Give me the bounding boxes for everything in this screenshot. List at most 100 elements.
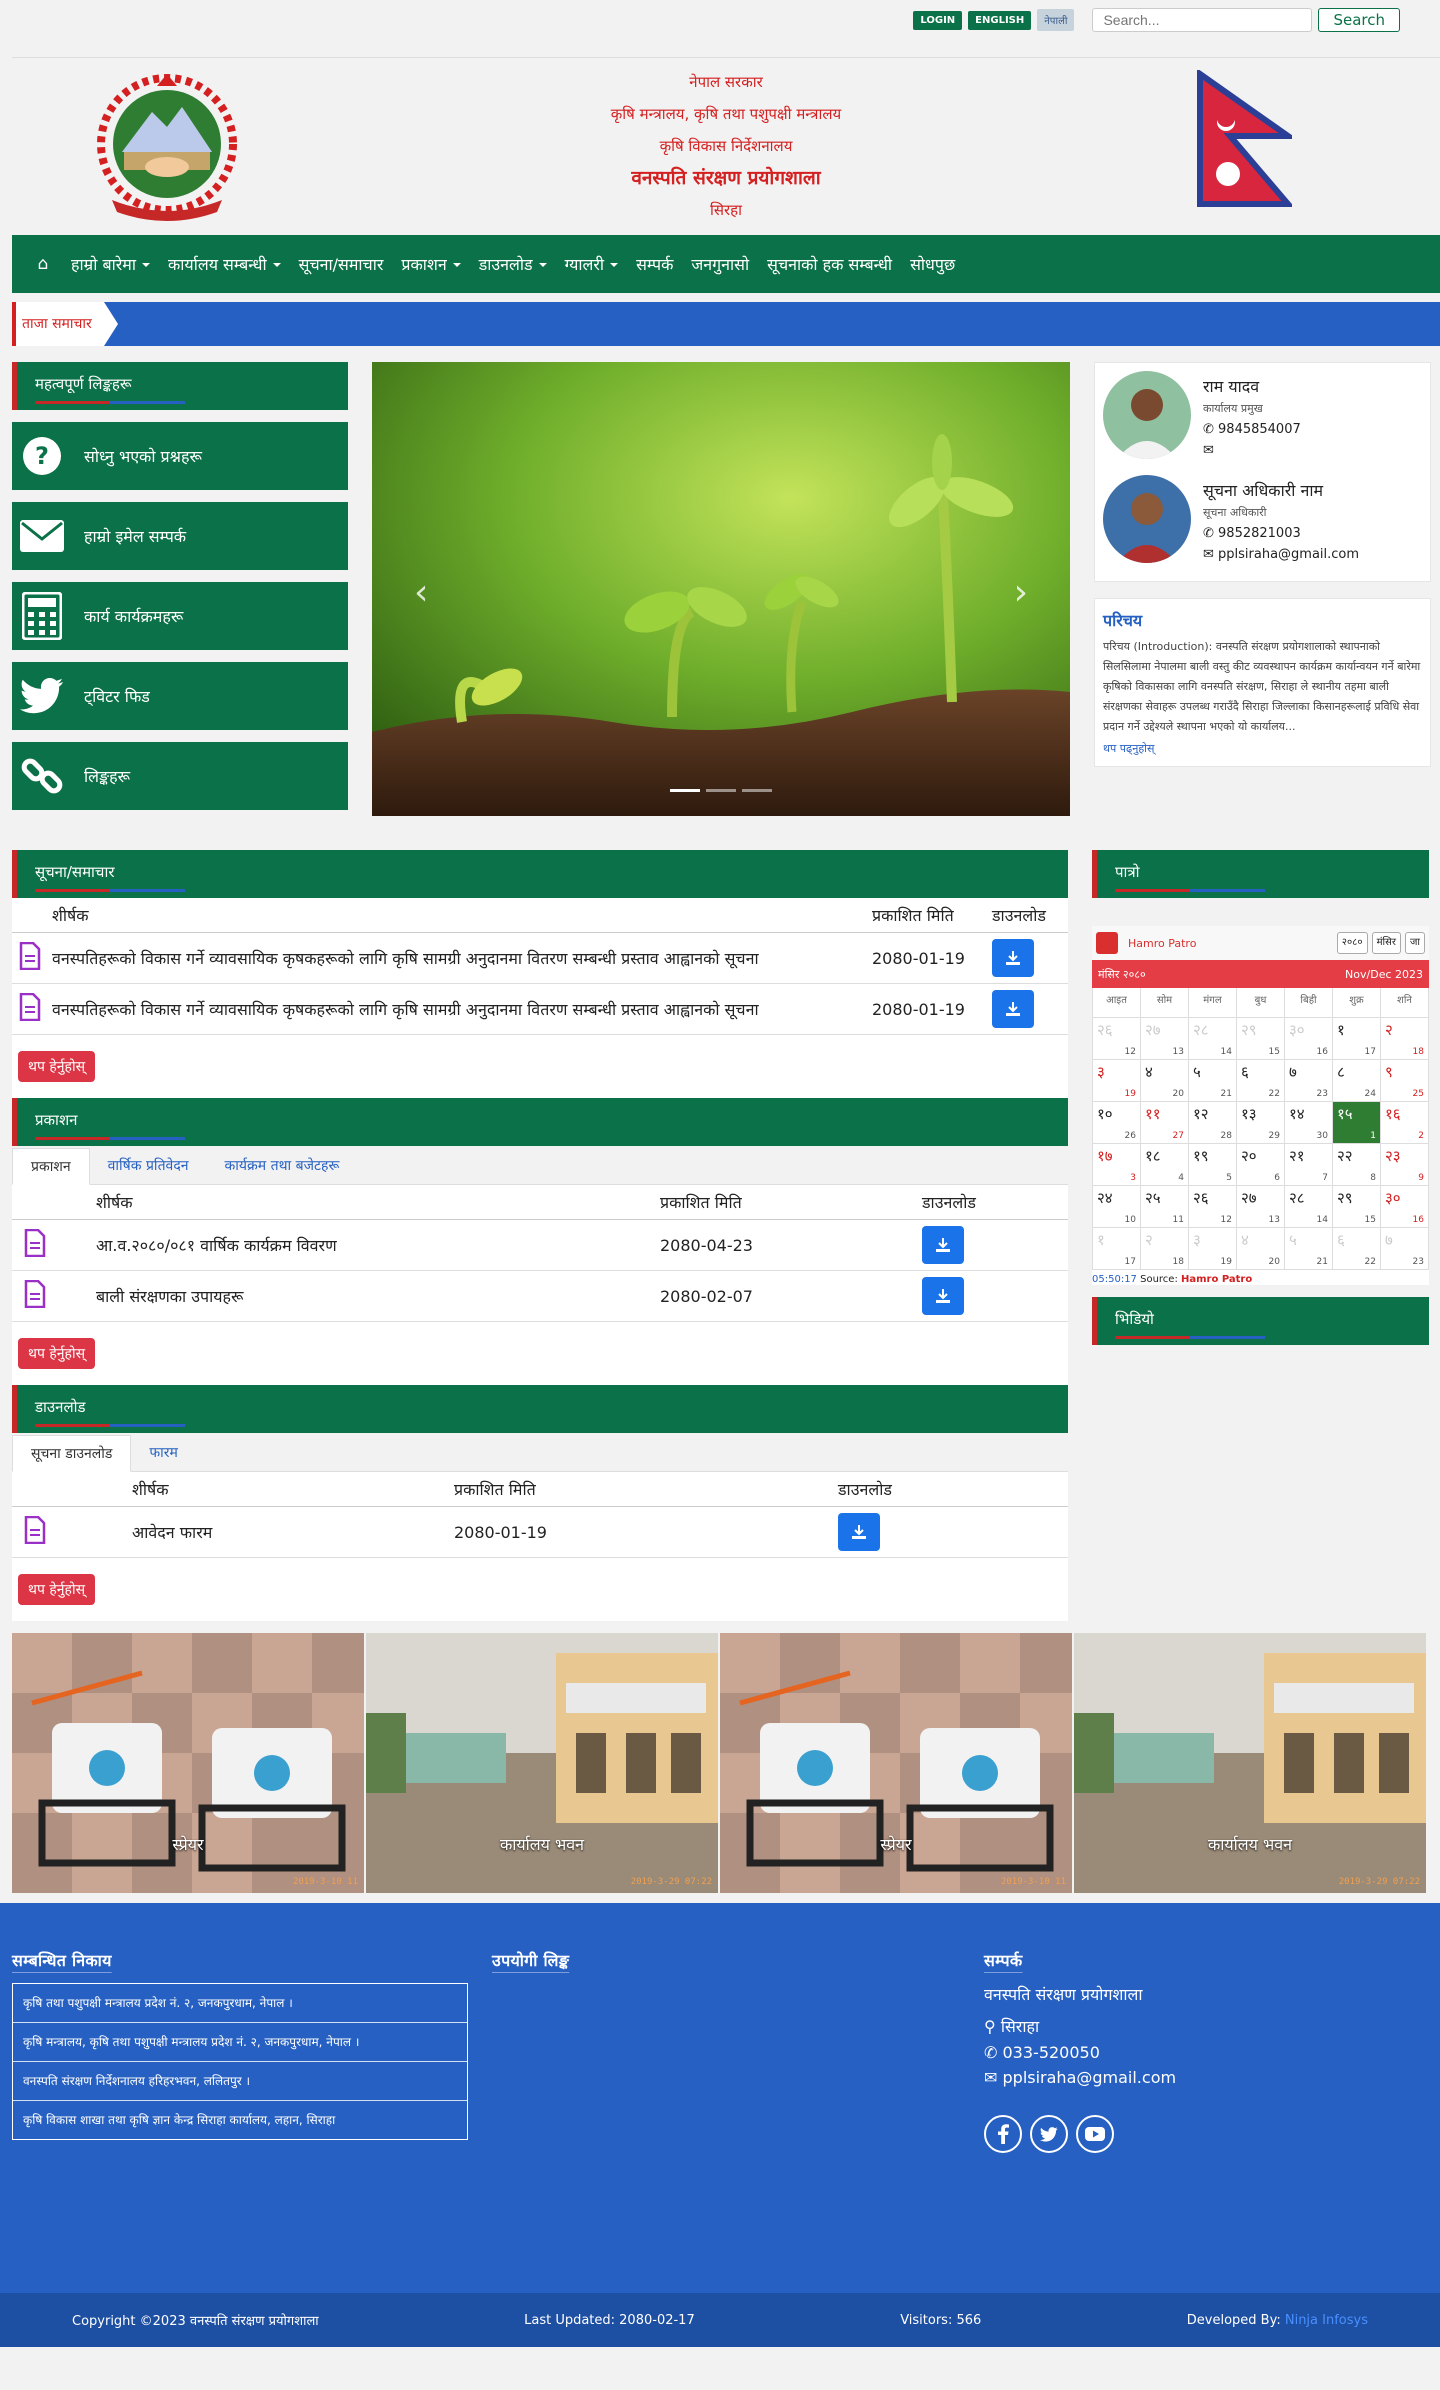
row-title[interactable]: वनस्पतिहरूको विकास गर्ने व्यावसायिक कृषक… <box>48 983 868 1035</box>
calendar-day[interactable]: २८ 14 <box>1285 1186 1333 1228</box>
tab-programs-budget[interactable]: कार्यक्रम तथा बजेटहरू <box>207 1148 358 1184</box>
calendar-day[interactable]: २६ 12 <box>1093 1018 1141 1060</box>
calendar-day[interactable]: १८ 4 <box>1141 1144 1189 1186</box>
nav-gallery[interactable]: ग्यालरी <box>556 253 627 275</box>
calendar-day[interactable]: १ 17 <box>1093 1228 1141 1270</box>
download-button[interactable] <box>922 1277 964 1315</box>
nepali-button[interactable]: नेपाली <box>1037 9 1075 31</box>
calendar-day[interactable]: १३ 29 <box>1237 1102 1285 1144</box>
nav-office[interactable]: कार्यालय सम्बन्धी <box>159 253 290 275</box>
calendar-day[interactable]: ४ 20 <box>1141 1060 1189 1102</box>
calendar-day[interactable]: १४ 30 <box>1285 1102 1333 1144</box>
download-button[interactable] <box>992 939 1034 977</box>
calendar-day[interactable]: ५ 21 <box>1189 1060 1237 1102</box>
download-button[interactable] <box>838 1513 880 1551</box>
login-button[interactable]: LOGIN <box>913 10 963 30</box>
calendar-day[interactable]: २६ 12 <box>1189 1186 1237 1228</box>
email-link[interactable]: हाम्रो इमेल सम्पर्क <box>12 502 348 570</box>
slider-dot-2[interactable] <box>706 789 736 792</box>
month-select[interactable]: मंसिर <box>1371 932 1401 954</box>
faq-link[interactable]: ? सोध्नु भएको प्रश्नहरू <box>12 422 348 490</box>
list-item[interactable]: कृषि मन्त्रालय, कृषि तथा पशुपक्षी मन्त्र… <box>13 2023 467 2062</box>
calendar-day[interactable]: ३० 16 <box>1285 1018 1333 1060</box>
calendar-day[interactable]: २४ 10 <box>1093 1186 1141 1228</box>
slider-prev-icon[interactable]: ‹ <box>414 572 428 613</box>
calendar-day[interactable]: २३ 9 <box>1381 1144 1429 1186</box>
search-input[interactable] <box>1092 8 1313 32</box>
tab-publications[interactable]: प्रकाशन <box>12 1148 90 1185</box>
calendar-day[interactable]: १७ 3 <box>1093 1144 1141 1186</box>
nav-downloads[interactable]: डाउनलोड <box>470 253 556 275</box>
calendar-day[interactable]: ९ 25 <box>1381 1060 1429 1102</box>
nav-publications[interactable]: प्रकाशन <box>392 253 469 275</box>
nav-about[interactable]: हाम्रो बारेमा <box>62 253 159 275</box>
year-select[interactable]: २०८० <box>1336 932 1368 954</box>
calendar-day[interactable]: २० 6 <box>1237 1144 1285 1186</box>
facebook-icon[interactable] <box>984 2115 1022 2153</box>
calendar-day[interactable]: ६ 22 <box>1333 1228 1381 1270</box>
list-item[interactable]: कृषि विकास शाखा तथा कृषि ज्ञान केन्द्र स… <box>13 2101 467 2139</box>
home-icon[interactable]: ⌂ <box>24 254 62 274</box>
calendar-day[interactable]: ५ 21 <box>1285 1228 1333 1270</box>
image-slider[interactable]: ‹ › <box>372 362 1070 816</box>
row-title[interactable]: आ.व.२०८०/०८१ वार्षिक कार्यक्रम विवरण <box>92 1219 656 1271</box>
twitter-link[interactable]: ट्विटर फिड <box>12 662 348 730</box>
nav-grievance[interactable]: जनगुनासो <box>682 253 758 275</box>
calendar-day[interactable]: ६ 22 <box>1237 1060 1285 1102</box>
calendar-day[interactable]: २९ 15 <box>1237 1018 1285 1060</box>
calendar-day[interactable]: ३० 16 <box>1381 1186 1429 1228</box>
nav-inquiry[interactable]: सोधपुछ <box>901 253 964 275</box>
row-title[interactable]: वनस्पतिहरूको विकास गर्ने व्यावसायिक कृषक… <box>48 932 868 984</box>
calendar-day[interactable]: १२ 28 <box>1189 1102 1237 1144</box>
calendar-day[interactable]: २८ 14 <box>1189 1018 1237 1060</box>
calendar-day[interactable]: ८ 24 <box>1333 1060 1381 1102</box>
gallery-item[interactable]: कार्यालय भवन 2019-3-29 07:22 <box>366 1633 718 1893</box>
source-link[interactable]: Hamro Patro <box>1181 1274 1252 1285</box>
publications-more-button[interactable]: थप हेर्नुहोस् <box>18 1338 96 1369</box>
row-title[interactable]: आवेदन फारम <box>128 1506 450 1558</box>
calendar-day[interactable]: ७ 23 <box>1381 1228 1429 1270</box>
staff-email[interactable]: ✉ pplsiraha@gmail.com <box>1203 547 1359 562</box>
read-more-link[interactable]: थप पढ्नुहोस् <box>1103 741 1422 756</box>
tab-forms[interactable]: फारम <box>131 1435 196 1471</box>
calendar-day[interactable]: ११ 27 <box>1141 1102 1189 1144</box>
list-item[interactable]: वनस्पति संरक्षण निर्देशनालय हरिहरभवन, लल… <box>13 2062 467 2101</box>
nav-contact[interactable]: सम्पर्क <box>627 253 682 275</box>
calendar-day[interactable]: २२ 8 <box>1333 1144 1381 1186</box>
staff-email[interactable]: ✉ <box>1203 443 1301 458</box>
slider-dot-1[interactable] <box>670 789 700 792</box>
calendar-day[interactable]: २ 18 <box>1141 1228 1189 1270</box>
row-title[interactable]: बाली संरक्षणका उपायहरू <box>92 1270 656 1322</box>
contact-email[interactable]: ✉ pplsiraha@gmail.com <box>984 2068 1404 2087</box>
gallery-item[interactable]: स्प्रेयर 2019-3-10 11 <box>720 1633 1072 1893</box>
english-button[interactable]: ENGLISH <box>968 10 1032 30</box>
tab-notice-download[interactable]: सूचना डाउनलोड <box>12 1435 132 1472</box>
developer-link[interactable]: Ninja Infosys <box>1285 2313 1368 2328</box>
calendar-day[interactable]: ७ 23 <box>1285 1060 1333 1102</box>
calendar-today[interactable]: १५ 1 <box>1333 1102 1381 1144</box>
slider-next-icon[interactable]: › <box>1014 572 1028 613</box>
gallery-item[interactable]: स्प्रेयर 2019-3-10 11 <box>12 1633 364 1893</box>
calendar-day[interactable]: २९ 15 <box>1333 1186 1381 1228</box>
calendar-day[interactable]: १९ 5 <box>1189 1144 1237 1186</box>
download-button[interactable] <box>992 990 1034 1028</box>
calendar-day[interactable]: २७ 13 <box>1237 1186 1285 1228</box>
youtube-icon[interactable] <box>1076 2115 1114 2153</box>
calendar-brand[interactable]: Hamro Patro <box>1128 937 1196 950</box>
notices-more-button[interactable]: थप हेर्नुहोस् <box>18 1051 96 1082</box>
list-item[interactable]: कृषि तथा पशुपक्षी मन्त्रालय प्रदेश नं. २… <box>13 1984 467 2023</box>
nav-right-to-info[interactable]: सूचनाको हक सम्बन्धी <box>758 253 901 275</box>
calendar-day[interactable]: २७ 13 <box>1141 1018 1189 1060</box>
calendar-day[interactable]: २१ 7 <box>1285 1144 1333 1186</box>
calendar-day[interactable]: ४ 20 <box>1237 1228 1285 1270</box>
calendar-day[interactable]: १ 17 <box>1333 1018 1381 1060</box>
download-button[interactable] <box>922 1226 964 1264</box>
calendar-day[interactable]: २ 18 <box>1381 1018 1429 1060</box>
downloads-more-button[interactable]: थप हेर्नुहोस् <box>18 1574 96 1605</box>
calendar-day[interactable]: ३ 19 <box>1189 1228 1237 1270</box>
nav-notices[interactable]: सूचना/समाचार <box>290 253 393 275</box>
calendar-day[interactable]: २५ 11 <box>1141 1186 1189 1228</box>
calendar-day[interactable]: १६ 2 <box>1381 1102 1429 1144</box>
tab-annual-report[interactable]: वार्षिक प्रतिवेदन <box>90 1148 207 1184</box>
search-button[interactable]: Search <box>1318 8 1400 32</box>
